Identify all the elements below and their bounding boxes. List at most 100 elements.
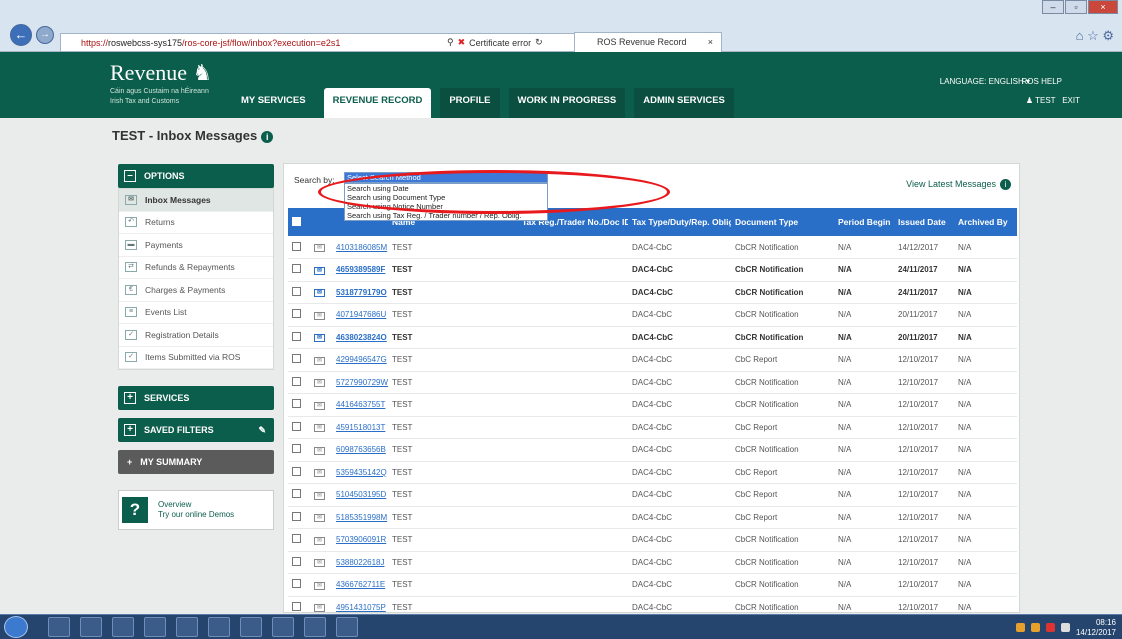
snipping-tool-icon[interactable] [336,617,358,637]
row-checkbox[interactable] [292,241,301,251]
notice-link[interactable]: 5727990729W [336,378,388,387]
ie-active-icon[interactable] [304,617,326,637]
outlook-icon[interactable] [112,617,134,637]
notice-number[interactable]: 5727990729W [332,371,388,394]
table-row[interactable]: ✉ 5359435142Q TEST DAC4-CbC CbC Report N/A 12/… [288,461,1017,484]
notice-link[interactable]: 4416463755T [336,400,385,409]
notice-number[interactable]: 4416463755T [332,393,388,417]
notice-link[interactable]: 4103186085M [336,243,387,252]
notice-link[interactable]: 4591518013T [336,423,385,432]
notice-number[interactable]: 4071947686U [332,303,388,327]
notice-number[interactable]: 4366762711E [332,573,388,597]
nav-profile[interactable]: PROFILE [440,88,500,118]
notice-number[interactable]: 5359435142Q [332,461,388,484]
sidebar-item-submitted[interactable]: ✓ Items Submitted via ROS [119,347,273,369]
chrome-icon[interactable] [80,617,102,637]
row-checkbox-cell[interactable] [288,371,310,394]
notice-number[interactable]: 5104503195D [332,483,388,507]
view-latest-messages-link[interactable]: View Latest Messages i [906,179,1011,190]
notice-link[interactable]: 5185351998M [336,513,387,522]
nav-work-in-progress[interactable]: WORK IN PROGRESS [508,88,626,118]
sidebar-item-payments[interactable]: ▬ Payments [119,234,273,257]
row-checkbox[interactable] [292,466,301,476]
notice-number[interactable]: 6098763656B [332,438,388,462]
table-row[interactable]: ✉ 4299496547G TEST DAC4-CbC CbC Report N/A 12/… [288,348,1017,372]
row-checkbox-cell[interactable] [288,461,310,484]
calculator-icon[interactable] [240,617,262,637]
notice-number[interactable]: 4638023824O [332,326,388,349]
row-checkbox[interactable] [292,354,301,364]
row-checkbox[interactable] [292,579,301,589]
table-row[interactable]: ✉ 5185351998M TEST DAC4-CbC CbC Report N/A 12/… [288,506,1017,529]
row-checkbox[interactable] [292,421,301,431]
clock[interactable]: 08:16 14/12/2017 [1076,618,1116,638]
row-checkbox-cell[interactable] [288,506,310,529]
row-checkbox[interactable] [292,444,301,454]
row-checkbox-cell[interactable] [288,281,310,304]
header-issued-date[interactable]: Issued Date [894,208,954,236]
row-checkbox[interactable] [292,264,301,274]
help-sub[interactable]: Try our online Demos [158,510,234,520]
notice-number[interactable]: 4591518013T [332,416,388,439]
revenue-logo[interactable]: Revenue ♞ Cáin agus Custaim na hÉireann … [110,60,212,106]
row-checkbox[interactable] [292,556,301,566]
notice-link[interactable]: 6098763656B [336,445,386,454]
excel-icon[interactable] [208,617,230,637]
close-window-button[interactable]: × [1088,0,1118,14]
row-checkbox[interactable] [292,489,301,499]
my-summary-toggle[interactable]: + MY SUMMARY [118,450,274,474]
row-checkbox-cell[interactable] [288,303,310,327]
notice-link[interactable]: 4071947686U [336,310,386,319]
table-row[interactable]: ✉ 5104503195D TEST DAC4-CbC CbC Report N/A 12/… [288,483,1017,507]
notice-link[interactable]: 5104503195D [336,490,386,499]
table-row[interactable]: ✉ 5318779179O TEST DAC4-CbC CbCR Notificatio… [288,281,1017,304]
table-row[interactable]: ✉ 5388022618J TEST DAC4-CbC CbCR Notificatio… [288,551,1017,574]
table-row[interactable]: ✉ 5727990729W TEST DAC4-CbC CbCR Notificatio… [288,371,1017,394]
row-checkbox-cell[interactable] [288,528,310,552]
notice-link[interactable]: 4659389589F [336,265,385,274]
header-tax-type[interactable]: Tax Type/Duty/Rep. Oblig. [628,208,731,236]
table-row[interactable]: ✉ 6098763656B TEST DAC4-CbC CbCR Notificatio… [288,438,1017,462]
header-period-begin[interactable]: Period Begin [834,208,894,236]
nav-my-services[interactable]: MY SERVICES [232,88,315,118]
ie-icon[interactable] [272,617,294,637]
minimize-button[interactable]: – [1042,0,1064,14]
row-checkbox-cell[interactable] [288,393,310,417]
row-checkbox[interactable] [292,376,301,386]
row-checkbox[interactable] [292,286,301,296]
sidebar-item-events[interactable]: ≡ Events List [119,302,273,324]
language-selector[interactable]: LANGUAGE: ENGLISH ▾ [940,77,1030,86]
volume-icon[interactable] [1061,623,1070,632]
sidebar-item-inbox-messages[interactable]: ✉ Inbox Messages [119,189,273,212]
notice-number[interactable]: 5318779179O [332,281,388,304]
notice-number[interactable]: 5185351998M [332,506,388,529]
row-checkbox-cell[interactable] [288,236,310,259]
user-name[interactable]: TEST [1035,96,1055,105]
notice-link[interactable]: 5703906091R [336,535,386,544]
info-icon[interactable]: i [261,130,274,143]
app-icon[interactable] [176,617,198,637]
table-row[interactable]: ✉ 5703906091R TEST DAC4-CbC CbCR Notificatio… [288,528,1017,552]
magnifier-icon[interactable]: ⚲ [447,37,454,48]
refresh-icon[interactable]: ↻ [535,37,543,48]
back-arrow-icon[interactable]: ← [10,24,32,46]
notice-number[interactable]: 4299496547G [332,348,388,372]
forward-arrow-icon[interactable]: → [36,26,54,44]
browser-tab[interactable]: ROS Revenue Record × [574,32,722,52]
saved-filters-toggle[interactable]: + SAVED FILTERS ✎ [118,418,274,442]
header-archived-by[interactable]: Archived By [954,208,1017,236]
exit-link[interactable]: EXIT [1062,96,1080,105]
table-row[interactable]: ✉ 4591518013T TEST DAC4-CbC CbC Report N/A 12/… [288,416,1017,439]
ros-help-link[interactable]: ROS HELP [1022,77,1062,86]
maximize-button[interactable]: ▫ [1065,0,1087,14]
notice-link[interactable]: 4299496547G [336,355,387,364]
notice-link[interactable]: 4951431075P [336,603,386,612]
tray-flag-icon[interactable] [1046,623,1055,632]
row-checkbox-cell[interactable] [288,348,310,372]
table-row[interactable]: ✉ 4071947686U TEST DAC4-CbC CbCR Notificatio… [288,303,1017,327]
row-checkbox[interactable] [292,601,301,611]
notice-link[interactable]: 5318779179O [336,288,387,297]
tray-icon[interactable] [1016,623,1025,632]
row-checkbox-cell[interactable] [288,483,310,507]
table-row[interactable]: ✉ 4103186085M TEST DAC4-CbC CbCR Notificatio… [288,236,1017,259]
